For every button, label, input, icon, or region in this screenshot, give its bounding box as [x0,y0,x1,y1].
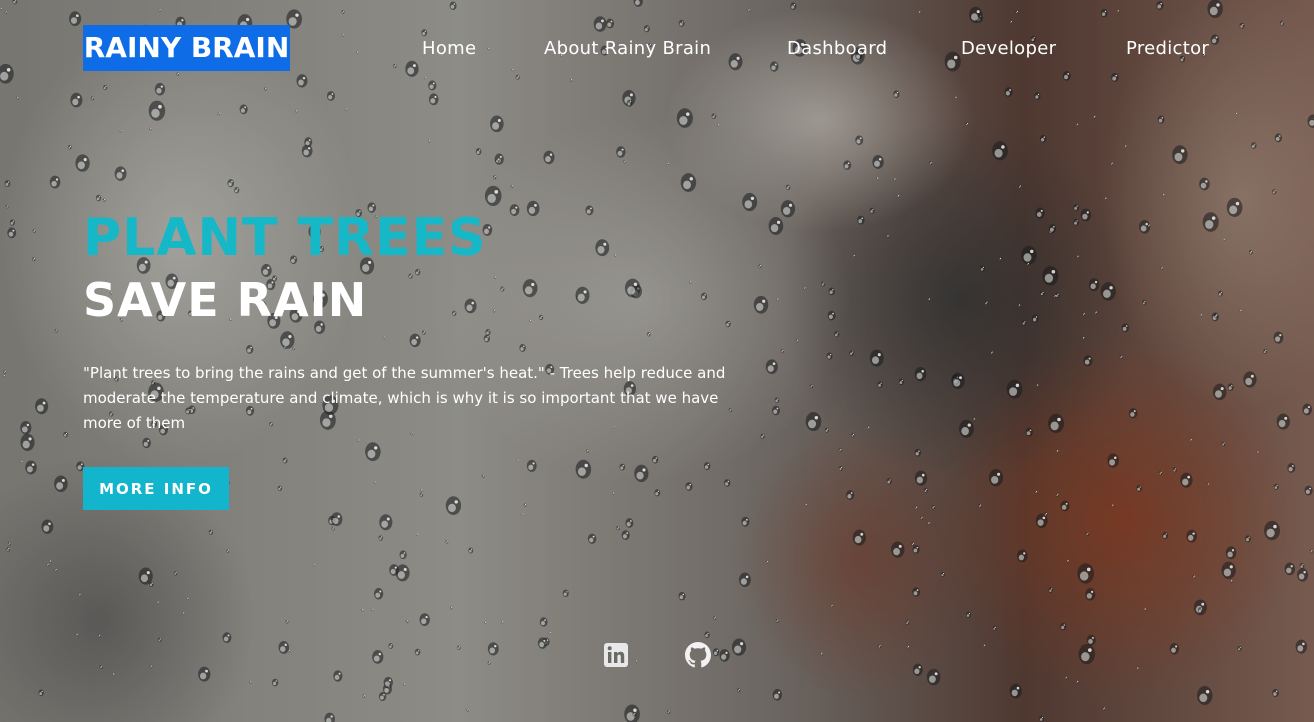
nav-about-link[interactable]: About Rainy Brain [544,36,711,62]
nav-developer-link[interactable]: Developer [961,36,1056,62]
main-navigation: Home About Rainy Brain Dashboard Develop… [0,36,1314,62]
nav-dashboard-link[interactable]: Dashboard [787,36,887,62]
linkedin-icon [604,643,628,667]
linkedin-link[interactable] [603,642,629,668]
github-icon [685,642,711,668]
hero-headline-accent: PLANT TREES [83,208,487,268]
hero-quote: "Plant trees to bring the rains and get … [83,364,726,432]
hero-headline-main: SAVE RAIN [83,273,368,327]
more-info-button[interactable]: MORE INFO [83,467,229,510]
nav-predictor-link[interactable]: Predictor [1126,36,1209,62]
github-link[interactable] [685,642,711,668]
nav-home-link[interactable]: Home [422,36,476,62]
